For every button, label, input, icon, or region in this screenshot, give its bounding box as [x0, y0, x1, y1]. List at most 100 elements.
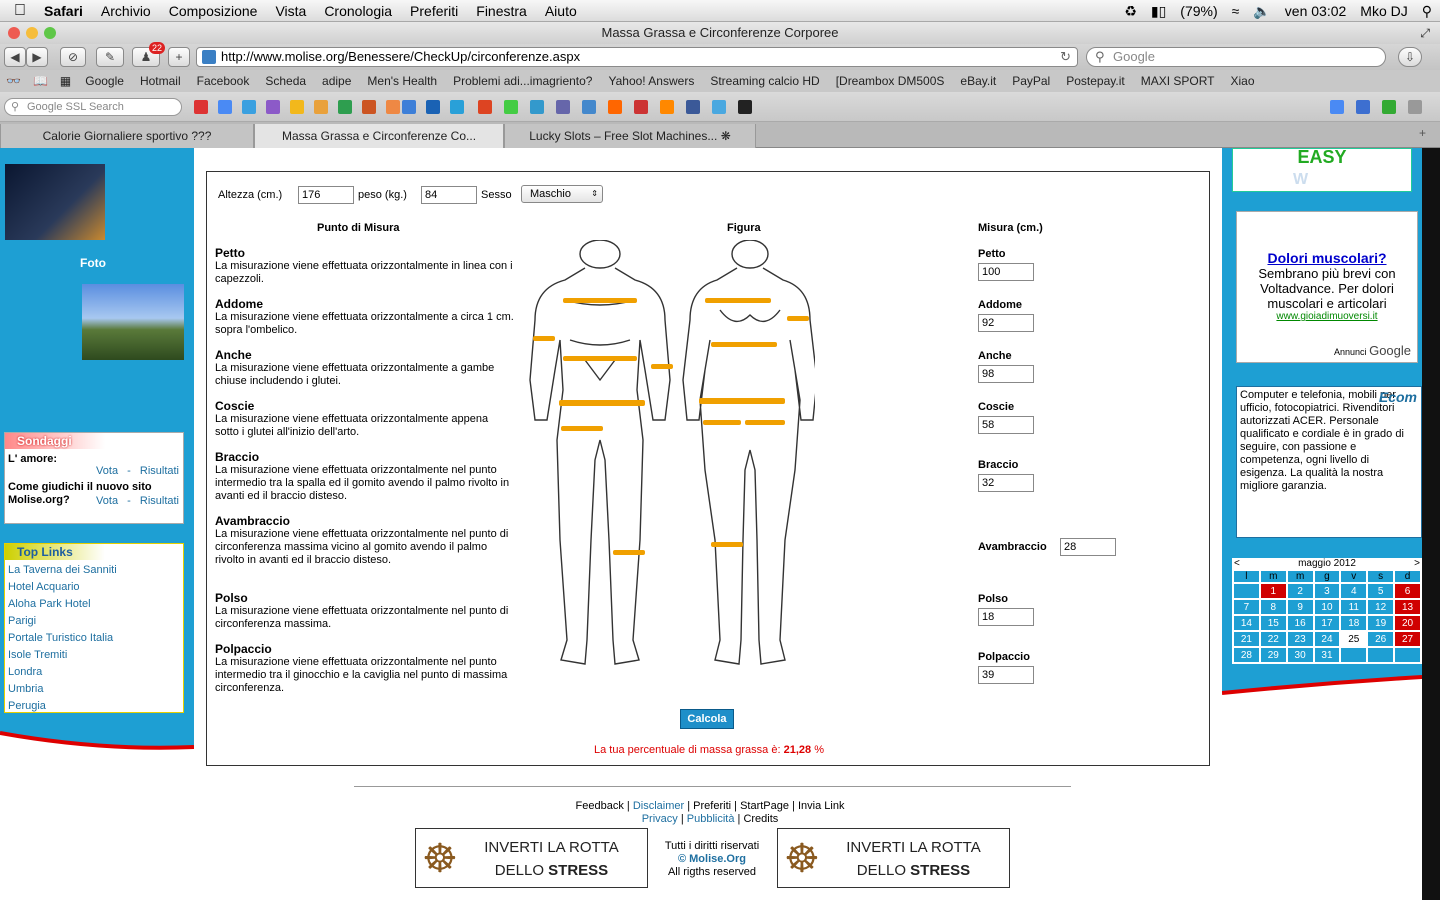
- gtoolbar-icon[interactable]: [582, 100, 596, 114]
- top-link[interactable]: Portale Turistico Italia: [8, 630, 180, 647]
- polso-input[interactable]: 18: [978, 608, 1034, 626]
- calendar-day[interactable]: 16: [1287, 616, 1313, 630]
- calendar-day[interactable]: 3: [1314, 584, 1340, 598]
- calendar-day[interactable]: 8: [1260, 600, 1286, 614]
- bookmark-item[interactable]: MAXI SPORT: [1133, 74, 1223, 88]
- battery-icon[interactable]: ▮▯: [1151, 3, 1166, 20]
- new-tab-button[interactable]: +: [1419, 126, 1426, 140]
- addome-input[interactable]: 92: [978, 314, 1034, 332]
- user-name[interactable]: Mko DJ: [1360, 3, 1407, 19]
- stress-banner-left[interactable]: ☸ INVERTI LA ROTTA DELLO STRESS: [415, 828, 648, 888]
- apple-menu-icon[interactable]: : [0, 2, 40, 20]
- menu-aiuto[interactable]: Aiuto: [536, 3, 586, 19]
- gtoolbar-icon[interactable]: [1356, 100, 1370, 114]
- coscie-input[interactable]: 58: [978, 416, 1034, 434]
- calendar-day[interactable]: 20: [1395, 616, 1420, 630]
- braccio-input[interactable]: 32: [978, 474, 1034, 492]
- google-ssl-search-input[interactable]: ⚲ Google SSL Search: [4, 98, 182, 116]
- gtoolbar-icon[interactable]: [314, 100, 328, 114]
- ad-url-link[interactable]: www.gioiadimuoversi.it: [1237, 311, 1417, 322]
- volume-icon[interactable]: 🔈: [1253, 3, 1270, 20]
- bookmark-item[interactable]: Postepay.it: [1058, 74, 1132, 88]
- gtoolbar-icon[interactable]: [362, 100, 376, 114]
- calendar-next-button[interactable]: >: [1414, 558, 1420, 569]
- stress-banner-right[interactable]: ☸ INVERTI LA ROTTA DELLO STRESS: [777, 828, 1010, 888]
- ad-title-link[interactable]: Dolori muscolari?: [1237, 250, 1417, 266]
- twitter-icon[interactable]: [712, 100, 726, 114]
- top-sites-grid-icon[interactable]: ▦: [54, 74, 77, 88]
- menu-finestra[interactable]: Finestra: [467, 3, 536, 19]
- wrench-icon[interactable]: [1408, 100, 1422, 114]
- bookmark-item[interactable]: Scheda: [257, 74, 314, 88]
- bookmark-item[interactable]: PayPal: [1004, 74, 1058, 88]
- footer-link-privacy[interactable]: Privacy: [642, 813, 678, 825]
- footer-link-credits[interactable]: Credits: [743, 813, 778, 825]
- calendar-day[interactable]: 21: [1234, 632, 1259, 646]
- amazon-icon[interactable]: [738, 100, 752, 114]
- footer-link-pubblicita[interactable]: Pubblicità: [687, 813, 735, 825]
- menu-app-safari[interactable]: Safari: [40, 3, 92, 19]
- gtoolbar-icon[interactable]: [1382, 100, 1396, 114]
- calendar-prev-button[interactable]: <: [1234, 558, 1240, 569]
- downloads-icon[interactable]: ⇩: [1398, 47, 1422, 67]
- calendar-day[interactable]: 18: [1341, 616, 1367, 630]
- top-link[interactable]: Aloha Park Hotel: [8, 596, 180, 613]
- calendar-day[interactable]: 19: [1368, 616, 1394, 630]
- gtoolbar-icon[interactable]: [402, 100, 416, 114]
- contacts-icon[interactable]: ♟ 22: [132, 42, 165, 67]
- facebook-icon[interactable]: [686, 100, 700, 114]
- peso-input[interactable]: 84: [421, 186, 477, 204]
- top-link[interactable]: Isole Tremiti: [8, 647, 180, 664]
- footer-link-preferiti[interactable]: Preferiti: [693, 800, 731, 812]
- menu-cronologia[interactable]: Cronologia: [315, 3, 401, 19]
- wifi-icon[interactable]: ≈: [1232, 3, 1240, 19]
- gtoolbar-icon[interactable]: [556, 100, 570, 114]
- calendar-day[interactable]: 12: [1368, 600, 1394, 614]
- gtoolbar-icon[interactable]: [530, 100, 544, 114]
- photo-thumbnail-night[interactable]: [5, 164, 105, 240]
- translate-icon[interactable]: [1330, 100, 1344, 114]
- top-link[interactable]: Parigi: [8, 613, 180, 630]
- top-link[interactable]: Perugia: [8, 698, 180, 715]
- search-field[interactable]: ⚲ Google: [1086, 47, 1386, 67]
- calcola-button[interactable]: Calcola: [680, 709, 734, 729]
- risultati-link[interactable]: Risultati: [140, 495, 179, 507]
- calendar-day[interactable]: 15: [1260, 616, 1286, 630]
- gtoolbar-icon[interactable]: [504, 100, 518, 114]
- calendar-day[interactable]: 14: [1234, 616, 1259, 630]
- vota-link[interactable]: Vota: [96, 495, 118, 507]
- petto-input[interactable]: 100: [978, 263, 1034, 281]
- minimize-window-button[interactable]: [26, 27, 38, 39]
- calendar-day[interactable]: 27: [1395, 632, 1420, 646]
- avambraccio-input[interactable]: 28: [1060, 538, 1116, 556]
- menu-vista[interactable]: Vista: [266, 3, 315, 19]
- calendar-day[interactable]: 22: [1260, 632, 1286, 646]
- foto-label[interactable]: Foto: [80, 256, 106, 270]
- bookmark-item[interactable]: Xiao: [1223, 74, 1263, 88]
- menu-composizione[interactable]: Composizione: [160, 3, 267, 19]
- calendar-day[interactable]: 17: [1314, 616, 1340, 630]
- forward-button[interactable]: ▶: [26, 47, 48, 67]
- tab-massa-grassa[interactable]: Massa Grassa e Circonferenze Co...: [254, 124, 504, 148]
- ad-footer[interactable]: Annunci Google: [1334, 343, 1411, 358]
- top-link[interactable]: Londra: [8, 664, 180, 681]
- extension-icon[interactable]: ✎: [96, 47, 124, 67]
- altezza-input[interactable]: 176: [298, 186, 354, 204]
- gtoolbar-icon[interactable]: [478, 100, 492, 114]
- bookmark-item[interactable]: Streaming calcio HD: [702, 74, 827, 88]
- gtoolbar-icon[interactable]: [426, 100, 440, 114]
- bookmark-item[interactable]: Men's Health: [359, 74, 445, 88]
- bookmark-item[interactable]: eBay.it: [952, 74, 1004, 88]
- battery-percent[interactable]: (79%): [1180, 3, 1217, 19]
- calendar-day[interactable]: 7: [1234, 600, 1259, 614]
- sync-icon[interactable]: ♻: [1124, 3, 1137, 20]
- bookmark-item[interactable]: Hotmail: [132, 74, 189, 88]
- back-button[interactable]: ◀: [4, 47, 26, 67]
- spotlight-icon[interactable]: ⚲: [1422, 3, 1432, 20]
- calendar-day[interactable]: 28: [1234, 648, 1259, 662]
- footer-link-startpage[interactable]: StartPage: [740, 800, 789, 812]
- calendar-day-today[interactable]: 25: [1341, 632, 1367, 646]
- calendar-day[interactable]: 2: [1287, 584, 1313, 598]
- gtoolbar-icon[interactable]: [194, 100, 208, 114]
- gtoolbar-icon[interactable]: [660, 100, 674, 114]
